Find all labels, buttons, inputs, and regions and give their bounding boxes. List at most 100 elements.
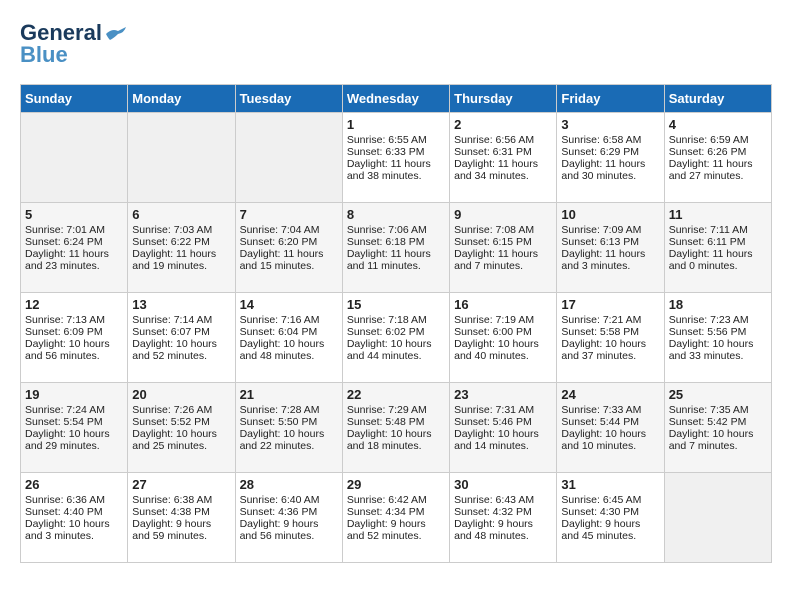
- calendar-cell: 8Sunrise: 7:06 AMSunset: 6:18 PMDaylight…: [342, 203, 449, 293]
- sunset-text: Sunset: 6:04 PM: [240, 326, 318, 338]
- day-number: 8: [347, 207, 445, 222]
- daylight-text: Daylight: 9 hours and 48 minutes.: [454, 518, 533, 542]
- calendar-cell: 21Sunrise: 7:28 AMSunset: 5:50 PMDayligh…: [235, 383, 342, 473]
- sunrise-text: Sunrise: 6:55 AM: [347, 134, 427, 146]
- day-header-wednesday: Wednesday: [342, 85, 449, 113]
- calendar-cell: 29Sunrise: 6:42 AMSunset: 4:34 PMDayligh…: [342, 473, 449, 563]
- sunset-text: Sunset: 6:24 PM: [25, 236, 103, 248]
- sunrise-text: Sunrise: 6:36 AM: [25, 494, 105, 506]
- calendar-cell: 20Sunrise: 7:26 AMSunset: 5:52 PMDayligh…: [128, 383, 235, 473]
- daylight-text: Daylight: 10 hours and 22 minutes.: [240, 428, 325, 452]
- day-number: 29: [347, 477, 445, 492]
- sunset-text: Sunset: 5:52 PM: [132, 416, 210, 428]
- calendar-cell: 13Sunrise: 7:14 AMSunset: 6:07 PMDayligh…: [128, 293, 235, 383]
- daylight-text: Daylight: 11 hours and 30 minutes.: [561, 158, 645, 182]
- sunset-text: Sunset: 6:29 PM: [561, 146, 639, 158]
- sunrise-text: Sunrise: 6:59 AM: [669, 134, 749, 146]
- day-number: 22: [347, 387, 445, 402]
- sunrise-text: Sunrise: 6:38 AM: [132, 494, 212, 506]
- calendar-table: SundayMondayTuesdayWednesdayThursdayFrid…: [20, 84, 772, 563]
- sunset-text: Sunset: 6:33 PM: [347, 146, 425, 158]
- sunrise-text: Sunrise: 7:09 AM: [561, 224, 641, 236]
- sunrise-text: Sunrise: 7:35 AM: [669, 404, 749, 416]
- daylight-text: Daylight: 9 hours and 52 minutes.: [347, 518, 426, 542]
- day-number: 2: [454, 117, 552, 132]
- sunrise-text: Sunrise: 7:16 AM: [240, 314, 320, 326]
- daylight-text: Daylight: 11 hours and 3 minutes.: [561, 248, 645, 272]
- calendar-cell: 26Sunrise: 6:36 AMSunset: 4:40 PMDayligh…: [21, 473, 128, 563]
- day-number: 9: [454, 207, 552, 222]
- sunrise-text: Sunrise: 7:11 AM: [669, 224, 748, 236]
- sunset-text: Sunset: 6:20 PM: [240, 236, 318, 248]
- day-number: 28: [240, 477, 338, 492]
- calendar-cell: 15Sunrise: 7:18 AMSunset: 6:02 PMDayligh…: [342, 293, 449, 383]
- daylight-text: Daylight: 11 hours and 19 minutes.: [132, 248, 216, 272]
- sunset-text: Sunset: 4:36 PM: [240, 506, 318, 518]
- calendar-cell: [664, 473, 771, 563]
- daylight-text: Daylight: 10 hours and 48 minutes.: [240, 338, 325, 362]
- day-number: 21: [240, 387, 338, 402]
- sunset-text: Sunset: 5:44 PM: [561, 416, 639, 428]
- sunset-text: Sunset: 6:13 PM: [561, 236, 639, 248]
- daylight-text: Daylight: 11 hours and 34 minutes.: [454, 158, 538, 182]
- day-number: 7: [240, 207, 338, 222]
- day-number: 13: [132, 297, 230, 312]
- daylight-text: Daylight: 11 hours and 38 minutes.: [347, 158, 431, 182]
- sunrise-text: Sunrise: 7:19 AM: [454, 314, 534, 326]
- day-number: 15: [347, 297, 445, 312]
- day-number: 4: [669, 117, 767, 132]
- calendar-cell: 22 Sunrise: 7:29 AMSunset: 5:48 PMDayligh…: [342, 383, 449, 473]
- sunset-text: Sunset: 5:46 PM: [454, 416, 532, 428]
- calendar-cell: 2Sunrise: 6:56 AMSunset: 6:31 PMDaylight…: [450, 113, 557, 203]
- sunrise-text: Sunrise: 7:23 AM: [669, 314, 749, 326]
- sunset-text: Sunset: 6:09 PM: [25, 326, 103, 338]
- day-number: 24: [561, 387, 659, 402]
- daylight-text: Daylight: 9 hours and 45 minutes.: [561, 518, 640, 542]
- day-number: 20: [132, 387, 230, 402]
- calendar-cell: 11 Sunrise: 7:11 AMSunset: 6:11 PMDayligh…: [664, 203, 771, 293]
- daylight-text: Daylight: 11 hours and 7 minutes.: [454, 248, 538, 272]
- daylight-text: Daylight: 10 hours and 56 minutes.: [25, 338, 110, 362]
- daylight-text: Daylight: 10 hours and 7 minutes.: [669, 428, 754, 452]
- sunrise-text: Sunrise: 7:13 AM: [25, 314, 105, 326]
- day-number: 23: [454, 387, 552, 402]
- day-number: 3: [561, 117, 659, 132]
- sunrise-text: Sunrise: 7:29 AM: [347, 404, 427, 416]
- day-number: 6: [132, 207, 230, 222]
- daylight-text: Daylight: 11 hours and 23 minutes.: [25, 248, 109, 272]
- day-number: 1: [347, 117, 445, 132]
- calendar-cell: 24Sunrise: 7:33 AMSunset: 5:44 PMDayligh…: [557, 383, 664, 473]
- week-row-4: 19Sunrise: 7:24 AMSunset: 5:54 PMDayligh…: [21, 383, 772, 473]
- logo-bird-icon: [104, 26, 126, 42]
- day-number: 17: [561, 297, 659, 312]
- sunrise-text: Sunrise: 7:24 AM: [25, 404, 105, 416]
- daylight-text: Daylight: 10 hours and 52 minutes.: [132, 338, 217, 362]
- sunrise-text: Sunrise: 7:18 AM: [347, 314, 427, 326]
- sunset-text: Sunset: 5:48 PM: [347, 416, 425, 428]
- daylight-text: Daylight: 10 hours and 18 minutes.: [347, 428, 432, 452]
- daylight-text: Daylight: 10 hours and 37 minutes.: [561, 338, 646, 362]
- sunset-text: Sunset: 6:11 PM: [669, 236, 746, 248]
- day-header-friday: Friday: [557, 85, 664, 113]
- calendar-cell: [235, 113, 342, 203]
- sunrise-text: Sunrise: 6:43 AM: [454, 494, 534, 506]
- calendar-cell: 30Sunrise: 6:43 AMSunset: 4:32 PMDayligh…: [450, 473, 557, 563]
- calendar-cell: [21, 113, 128, 203]
- day-number: 25: [669, 387, 767, 402]
- sunset-text: Sunset: 6:00 PM: [454, 326, 532, 338]
- day-number: 11: [669, 207, 767, 222]
- sunset-text: Sunset: 6:02 PM: [347, 326, 425, 338]
- calendar-cell: 19Sunrise: 7:24 AMSunset: 5:54 PMDayligh…: [21, 383, 128, 473]
- sunset-text: Sunset: 6:18 PM: [347, 236, 425, 248]
- sunrise-text: Sunrise: 6:58 AM: [561, 134, 641, 146]
- day-header-row: SundayMondayTuesdayWednesdayThursdayFrid…: [21, 85, 772, 113]
- day-number: 27: [132, 477, 230, 492]
- sunrise-text: Sunrise: 7:06 AM: [347, 224, 427, 236]
- daylight-text: Daylight: 11 hours and 0 minutes.: [669, 248, 753, 272]
- sunset-text: Sunset: 4:34 PM: [347, 506, 425, 518]
- daylight-text: Daylight: 10 hours and 14 minutes.: [454, 428, 539, 452]
- sunset-text: Sunset: 5:56 PM: [669, 326, 747, 338]
- daylight-text: Daylight: 9 hours and 59 minutes.: [132, 518, 211, 542]
- calendar-cell: 25Sunrise: 7:35 AMSunset: 5:42 PMDayligh…: [664, 383, 771, 473]
- day-header-saturday: Saturday: [664, 85, 771, 113]
